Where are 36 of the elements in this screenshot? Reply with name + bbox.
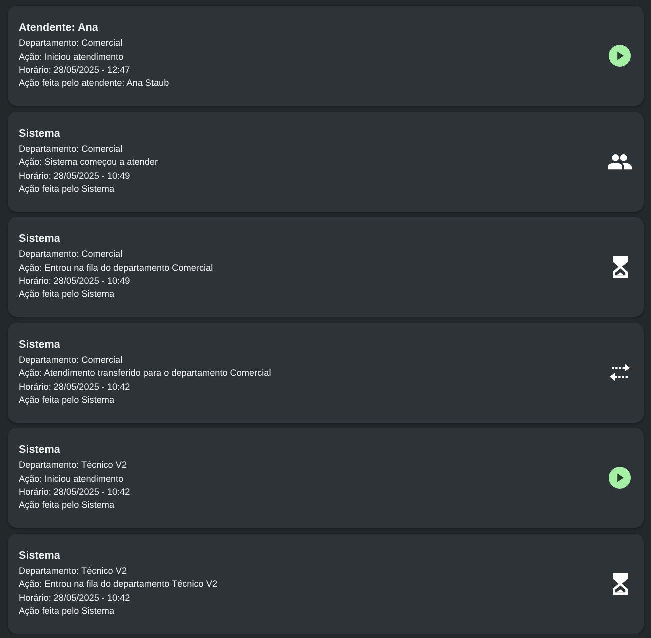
action-text: Ação: Sistema começou a atender — [19, 156, 158, 170]
action-text: Ação: Iniciou atendimento — [19, 50, 124, 64]
actor-text: Ação feita pelo atendente: Ana Staub — [19, 77, 170, 90]
event-title: Sistema — [19, 443, 60, 458]
actor-text: Ação feita pelo Sistema — [19, 499, 115, 512]
hourglass-icon — [612, 572, 628, 594]
time-text: Horário: 28/05/2025 - 10:49 — [19, 170, 130, 182]
time-text: Horário: 28/05/2025 - 10:42 — [19, 380, 130, 394]
time-text: Horário: 28/05/2025 - 10:49 — [19, 275, 130, 288]
event-title: Sistema — [19, 232, 60, 246]
hourglass-icon — [612, 256, 628, 278]
department-text: Departamento: Comercial — [19, 354, 123, 367]
event-title: Sistema — [19, 548, 60, 563]
play-icon — [609, 467, 631, 489]
time-text: Horário: 28/05/2025 - 10:42 — [19, 486, 130, 499]
department-text: Departamento: Comercial — [19, 248, 123, 262]
time-text: Horário: 28/05/2025 - 10:42 — [19, 592, 130, 604]
department-text: Departamento: Comercial — [19, 37, 123, 50]
actor-text: Ação feita pelo Sistema — [19, 182, 115, 196]
event-title: Atendente: Ana — [19, 21, 98, 36]
department-text: Departamento: Técnico V2 — [19, 459, 128, 472]
transfer-arrows-icon — [610, 364, 630, 381]
department-text: Departamento: Comercial — [19, 142, 123, 156]
actor-text: Ação feita pelo Sistema — [19, 288, 115, 302]
people-icon — [608, 154, 632, 170]
actor-text: Ação feita pelo Sistema — [19, 394, 115, 407]
action-text: Ação: Entrou na fila do departamento Comercial — [19, 262, 214, 275]
event-title: Sistema — [19, 338, 60, 352]
action-text: Ação: Entrou na fila do departamento Técnico V2 — [19, 578, 218, 592]
action-text: Ação: Atendimento transferido para o departamento Comercial — [19, 367, 272, 380]
department-text: Departamento: Técnico V2 — [19, 564, 128, 578]
action-text: Ação: Iniciou atendimento — [19, 472, 124, 486]
event-title: Sistema — [19, 126, 60, 141]
play-icon — [609, 45, 631, 67]
time-text: Horário: 28/05/2025 - 12:47 — [19, 64, 130, 77]
actor-text: Ação feita pelo Sistema — [19, 604, 115, 618]
